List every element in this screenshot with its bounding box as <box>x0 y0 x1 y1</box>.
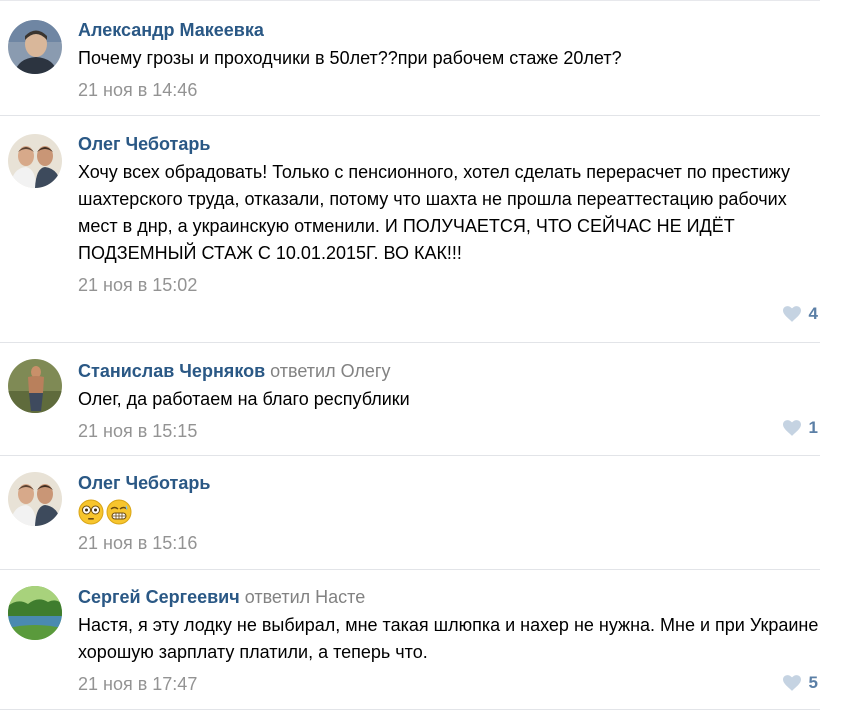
avatar-image <box>8 359 62 413</box>
comment-author-link[interactable]: Александр Макеевка <box>78 20 264 40</box>
comment-date[interactable]: 21 ноя в 15:15 <box>78 418 823 444</box>
reply-to-link[interactable]: ответил Насте <box>245 587 366 607</box>
heart-icon <box>782 306 801 322</box>
comment-date[interactable]: 21 ноя в 15:02 <box>78 272 823 298</box>
like-count: 1 <box>808 418 818 437</box>
comment-author-link[interactable]: Олег Чеботарь <box>78 134 210 154</box>
reply-to-link[interactable]: ответил Олегу <box>270 361 390 381</box>
comment-text: Настя, я эту лодку не выбирал, мне такая… <box>78 615 819 662</box>
like-button[interactable]: 5 <box>782 670 818 696</box>
emoji-row <box>78 498 823 525</box>
avatar[interactable] <box>8 586 62 640</box>
heart-icon <box>782 675 801 691</box>
comment-date[interactable]: 21 ноя в 15:16 <box>78 530 823 556</box>
heart-icon <box>782 420 801 436</box>
avatar-image <box>8 586 62 640</box>
flushed-face-emoji <box>78 499 104 524</box>
comment-text: Хочу всех обрадовать! Только с пенсионно… <box>78 162 790 263</box>
comment-item: Станислав Черняков ответил Олегу Олег, д… <box>0 343 848 456</box>
avatar-image <box>8 134 62 188</box>
comment-item: Сергей Сергеевич ответил Насте Настя, я … <box>0 570 848 714</box>
like-count: 4 <box>808 304 818 323</box>
comment-author-link[interactable]: Сергей Сергеевич <box>78 587 240 607</box>
avatar[interactable] <box>8 134 62 188</box>
like-button[interactable]: 1 <box>782 415 818 441</box>
avatar[interactable] <box>8 472 62 526</box>
comment-author-link[interactable]: Станислав Черняков <box>78 361 265 381</box>
like-button[interactable]: 4 <box>782 301 818 327</box>
like-count: 5 <box>808 673 818 692</box>
comment-item: Александр Макеевка Почему грозы и проход… <box>0 0 848 116</box>
comment-divider <box>0 709 820 710</box>
avatar-image <box>8 472 62 526</box>
comment-author-link[interactable]: Олег Чеботарь <box>78 473 210 493</box>
avatar[interactable] <box>8 359 62 413</box>
comment-date[interactable]: 21 ноя в 14:46 <box>78 77 823 103</box>
comment-text: Почему грозы и проходчики в 50лет??при р… <box>78 48 622 68</box>
comment-item: Олег Чеботарь Хочу всех обрадовать! Толь… <box>0 116 848 343</box>
grimacing-face-emoji <box>106 499 132 524</box>
avatar[interactable] <box>8 20 62 74</box>
avatar-image <box>8 20 62 74</box>
comment-text: Олег, да работаем на благо республики <box>78 389 410 409</box>
comment-item: Олег Чеботарь 21 ноя в 15:16 <box>0 456 848 570</box>
comment-date[interactable]: 21 ноя в 17:47 <box>78 671 823 697</box>
